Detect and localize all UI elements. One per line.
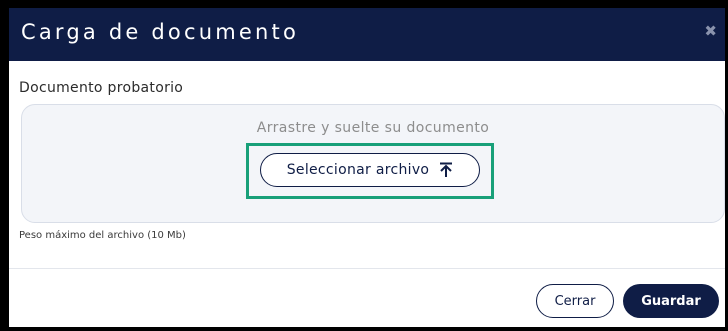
footer-divider: [9, 268, 725, 269]
upload-dialog: Carga de documento ✖ Documento probatori…: [9, 8, 725, 327]
close-button[interactable]: Cerrar: [536, 284, 614, 318]
save-button[interactable]: Guardar: [623, 284, 719, 318]
dialog-header: Carga de documento ✖: [9, 8, 725, 61]
dialog-title: Carga de documento: [21, 20, 299, 44]
field-label: Documento probatorio: [19, 80, 184, 96]
select-file-label: Seleccionar archivo: [286, 162, 430, 178]
select-file-button[interactable]: Seleccionar archivo: [260, 153, 480, 187]
dropzone-hint: Arrastre y suelte su documento: [256, 120, 490, 136]
close-icon[interactable]: ✖: [704, 24, 717, 39]
upload-icon: [439, 162, 453, 178]
file-dropzone[interactable]: Arrastre y suelte su documento Seleccion…: [21, 104, 725, 223]
max-size-note: Peso máximo del archivo (10 Mb): [19, 230, 186, 241]
